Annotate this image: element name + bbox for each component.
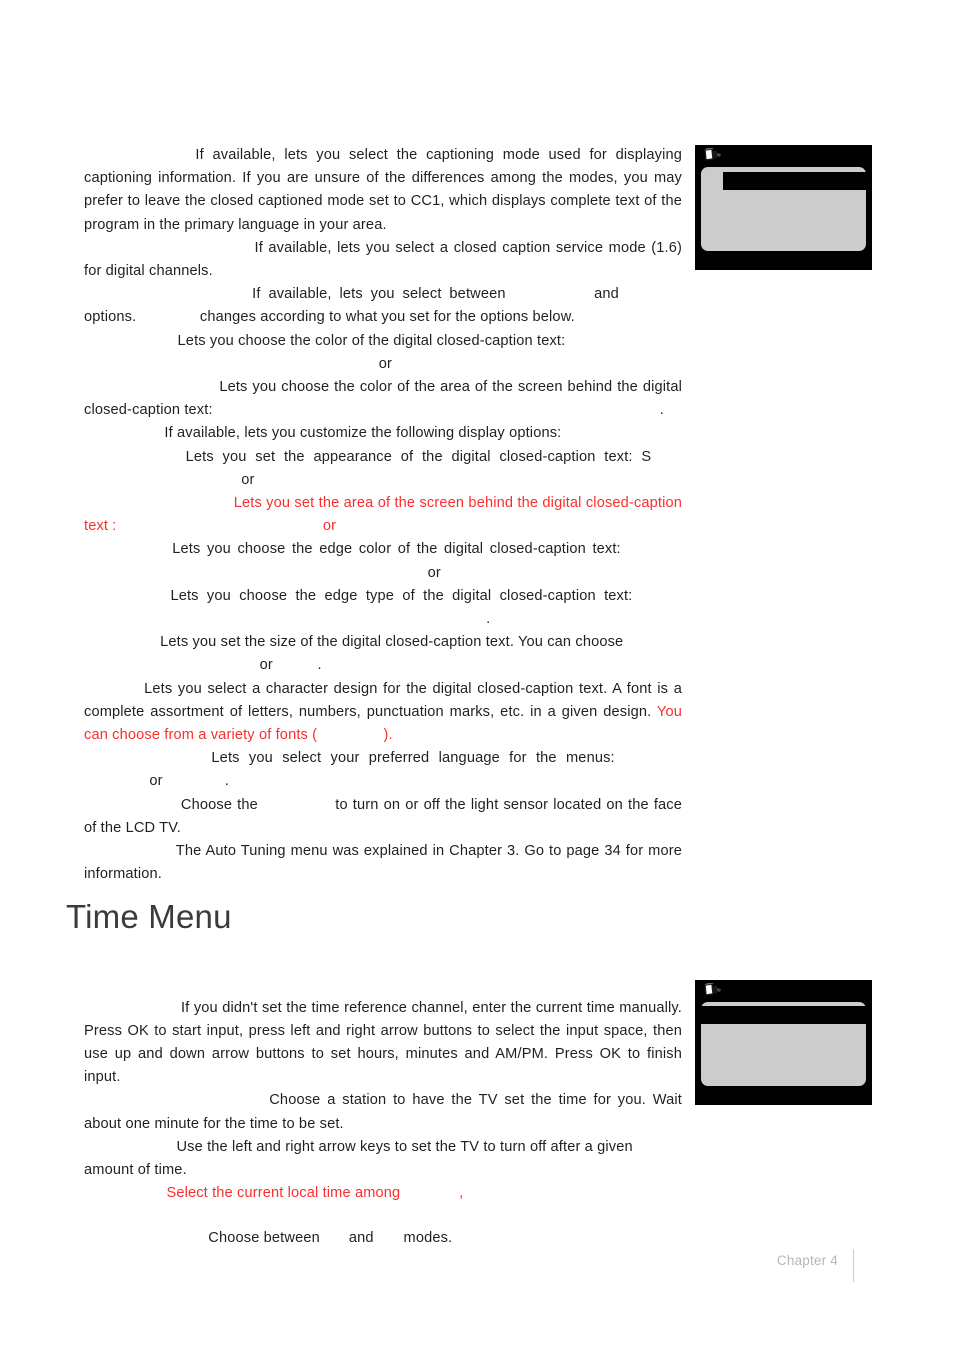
paragraph-text-red: ). (383, 727, 393, 744)
paragraph-text: If you didn't set the time reference cha… (84, 999, 682, 1086)
paragraph-text: or (149, 773, 163, 790)
tv-settings-icon (704, 148, 721, 161)
paragraph-light-sensor: Light Sensor Choose the On or Off to tur… (84, 794, 682, 840)
paragraph-text: . (659, 402, 664, 419)
paragraph-text-size: Text Size Lets you set the size of the d… (84, 631, 682, 677)
paragraph-sleep-timer: Sleep Timer Use the left and right arrow… (84, 1136, 682, 1182)
paragraph-text-color: Text Color Lets you choose the color of … (84, 330, 682, 376)
paragraph-edge-color: Edge Color Lets you choose the edge colo… (84, 538, 682, 584)
paragraph-text: . (486, 611, 491, 628)
paragraph-text: changes according to what you set for th… (199, 309, 575, 326)
paragraph-text: modes. (403, 1230, 453, 1247)
osd-screenshot-time-menu (695, 980, 872, 1105)
paragraph-text: The Auto Tuning menu was explained in Ch… (84, 843, 682, 883)
paragraph-text: or (259, 657, 273, 674)
paragraph-text: or (241, 471, 255, 488)
paragraph-time-manual: Current Time If you didn't set the time … (84, 997, 682, 1090)
paragraph-service-mode: Digital Caption Service If available, le… (84, 237, 682, 283)
section-heading-time-menu: Time Menu (66, 898, 232, 935)
paragraph-text: Lets you select your preferred language … (211, 750, 615, 767)
paragraph-text: S (641, 448, 652, 465)
paragraph-font: Font Lets you select a character design … (84, 678, 682, 748)
paragraph-text: to turn on or off the light sensor locat… (84, 796, 683, 836)
paragraph-text: and (348, 1230, 374, 1247)
tv-settings-icon (704, 983, 721, 996)
paragraph-text: or (378, 355, 392, 372)
body-text-column: Caption Mode If available, lets you sele… (84, 144, 682, 1251)
paragraph-text: . (317, 657, 322, 674)
paragraph-edge-type: Edge Type Lets you choose the edge type … (84, 585, 682, 631)
paragraph-caption-mode: Caption Mode If available, lets you sele… (84, 144, 682, 237)
osd-screenshot-closed-caption (695, 145, 872, 270)
paragraph-text: Choose a station to have the TV set the … (84, 1092, 682, 1132)
osd-highlight-row (723, 172, 866, 190)
paragraph-text: If available, lets you select a closed c… (84, 239, 682, 280)
paragraph-text: Lets you set the size of the digital clo… (160, 634, 624, 651)
paragraph-text: Lets you choose the color of the area of… (84, 379, 682, 419)
paragraph-text: Lets you set the area of the screen behi… (84, 495, 683, 535)
paragraph-custom-options: Custom If available, lets you customize … (84, 422, 682, 445)
paragraph-text: If available, lets you select between (252, 286, 506, 303)
paragraph-text: Lets you choose the color of the digital… (177, 332, 566, 349)
paragraph-text: If available, lets you select the captio… (84, 147, 682, 233)
paragraph-text-red: , (459, 1185, 464, 1202)
paragraph-text: Use the left and right arrow keys to set… (84, 1138, 633, 1178)
paragraph-text: . (224, 773, 229, 790)
paragraph-text: Lets you select a character design for t… (84, 680, 682, 720)
manual-page: Caption Mode If available, lets you sele… (0, 0, 954, 1351)
paragraph-text: Lets you set the appearance of the digit… (185, 448, 633, 465)
paragraph-text-opacity: Text Opacity Lets you set the appearance… (84, 446, 682, 492)
paragraph-text: Lets you choose the edge type of the dig… (170, 587, 633, 604)
paragraph-background-color: Background Color Lets you choose the col… (84, 376, 682, 422)
page-footer: Chapter 4 (0, 1249, 954, 1283)
paragraph-text: Choose the (180, 796, 258, 813)
paragraph-text-red: Select the current local time among (166, 1185, 401, 1202)
footer-chapter-label: Chapter 4 (776, 1253, 838, 1268)
footer-divider (853, 1249, 854, 1282)
paragraph-text: If available, lets you customize the fol… (164, 425, 562, 442)
paragraph-text: or (427, 564, 441, 581)
paragraph-text: and (594, 286, 619, 303)
osd-highlight-row (695, 1006, 866, 1024)
paragraph-time-zone: Time Zone Select the current local time … (84, 1182, 682, 1205)
heading-spacer (84, 945, 682, 997)
paragraph-text: or (322, 518, 337, 535)
paragraph-auto-tuning: Auto Tuning The Auto Tuning menu was exp… (84, 840, 682, 886)
paragraph-menu-language: Menu Language Lets you select your prefe… (84, 747, 682, 793)
paragraph-time-reference: Time Reference Channel Choose a station … (84, 1089, 682, 1135)
paragraph-caption-style: Digital Caption Style If available, lets… (84, 283, 682, 329)
paragraph-text: options. (84, 309, 137, 326)
paragraph-text: Choose between (208, 1230, 320, 1247)
paragraph-background-opacity: Background Opacity Lets you set the area… (84, 492, 682, 538)
paragraph-text: Lets you choose the edge color of the di… (172, 541, 621, 558)
paragraph-daylight-saving: Daylight Saving Choose between On and Of… (84, 1227, 682, 1250)
